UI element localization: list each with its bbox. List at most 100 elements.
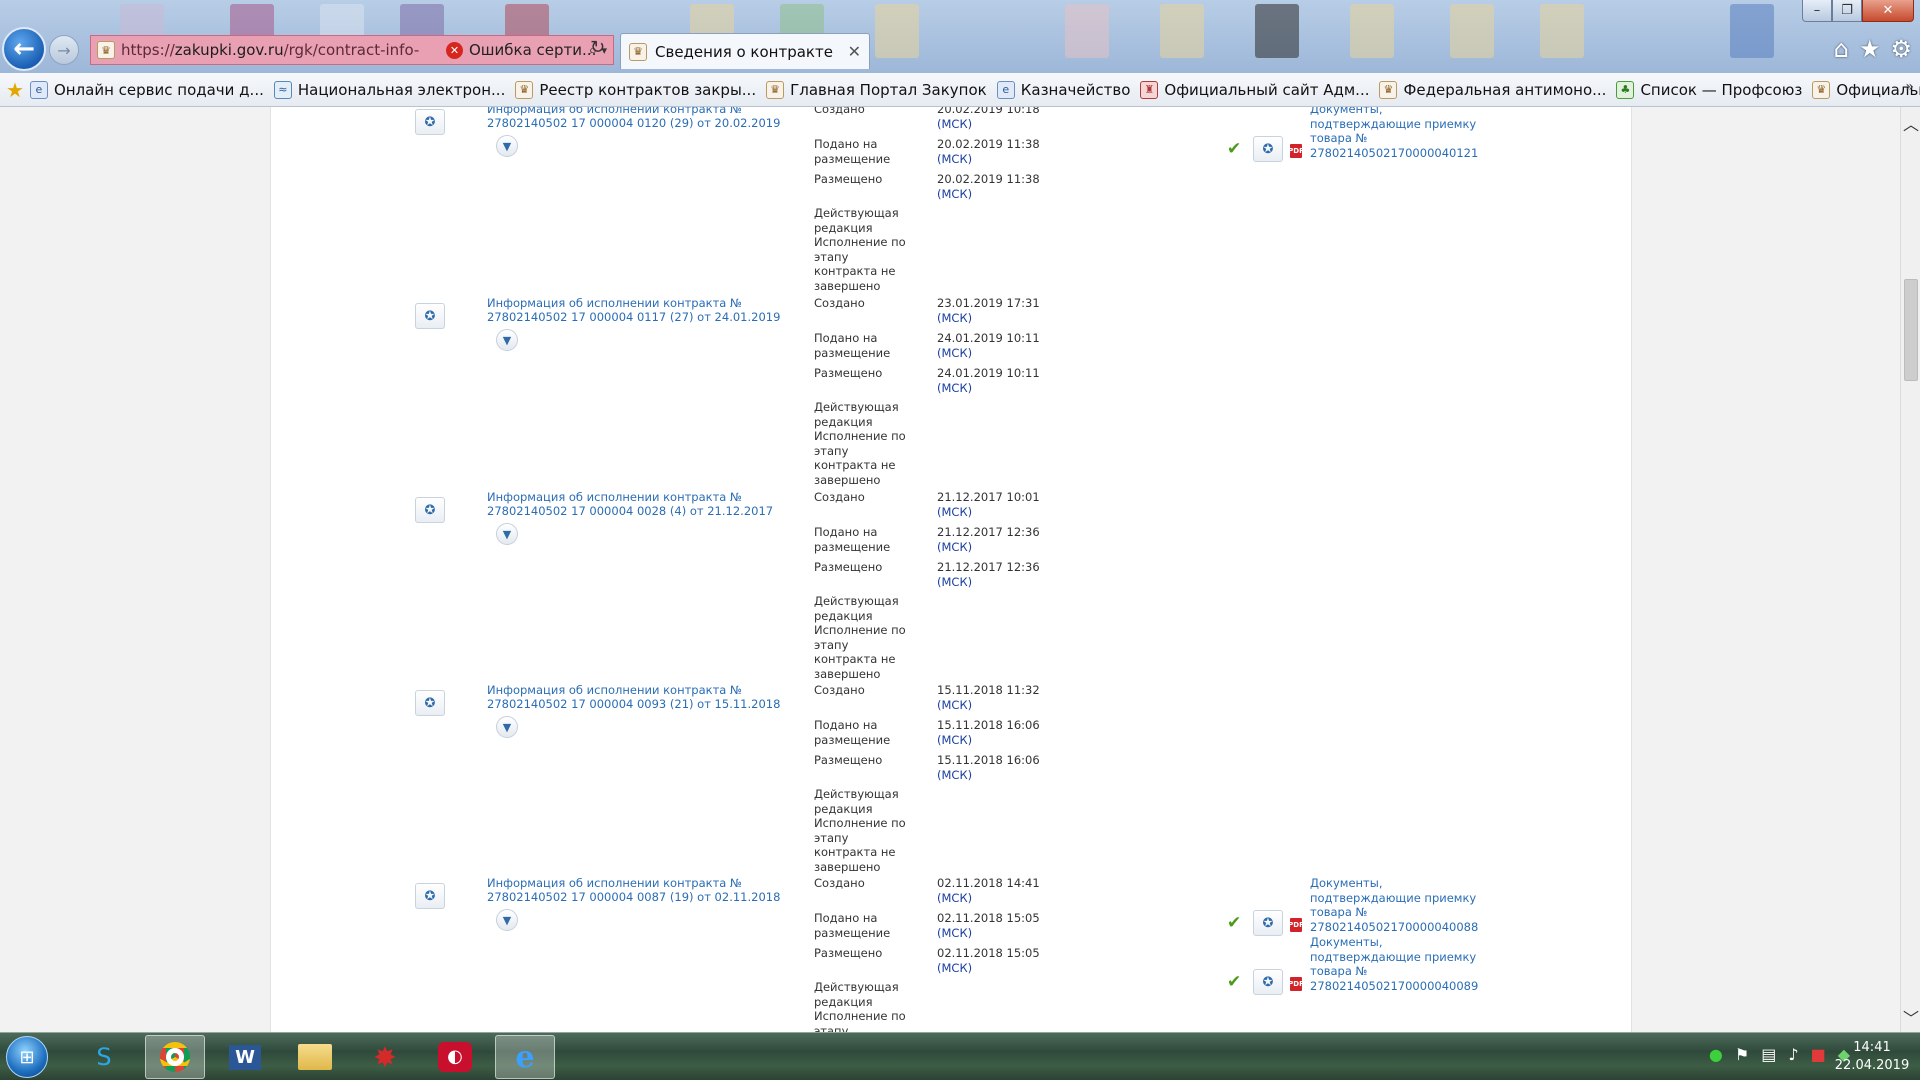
desktop-icon-tile [1350,4,1394,58]
checkmark-icon: ✔ [1227,139,1242,159]
favorite-label: Национальная электрон... [297,80,506,99]
document-seal-icon[interactable]: ✪ [415,883,445,909]
record-title-link[interactable]: Информация об исполнении контракта № 278… [487,876,787,904]
status-date: 15.11.2018 16:06 (МСК) [937,753,1040,782]
ie-icon[interactable]: e [495,1035,555,1079]
favorite-link[interactable]: ♛Официальный сайт для ... [1812,80,1920,99]
status-label: Создано [814,107,865,116]
document-seal-icon[interactable]: ✪ [1253,969,1283,995]
favorite-link[interactable]: ≈ Национальная электрон... [273,80,506,99]
tab-contract-info[interactable]: ♛ Сведения о контракте ✕ [620,33,870,69]
flag-icon[interactable]: ⚑ [1735,1045,1749,1064]
forward-button[interactable]: → [49,35,79,65]
status-label: Размещено [814,366,883,380]
document-seal-icon[interactable]: ✪ [1253,910,1283,936]
document-seal-icon[interactable]: ✪ [415,690,445,716]
chevron-down-icon[interactable]: ▼ [496,329,518,351]
site-emblem-icon: ♛ [1812,80,1831,99]
error-x-icon: ✕ [446,41,463,59]
document-link[interactable]: Документы, подтверждающие приемку товара… [1310,876,1480,934]
start-icon[interactable]: ⊞ [6,1036,48,1078]
status-date: 24.01.2019 10:11 (МСК) [937,331,1040,360]
status-label: Подано на размещение [814,137,891,166]
pdf-icon[interactable]: PDF [1288,918,1304,932]
document-seal-icon[interactable]: ✪ [415,303,445,329]
tab-close-icon[interactable]: ✕ [848,42,861,61]
url-domain: zakupki.gov.ru [174,41,284,59]
splash-app-icon[interactable]: ✸ [355,1035,415,1079]
close-window-button[interactable]: ✕ [1862,0,1914,22]
favorites-star-icon[interactable]: ★ [6,78,24,102]
ie-page-icon: e [996,80,1015,99]
network-icon[interactable]: ▤ [1761,1045,1776,1064]
favorite-label: Федеральная антимоно... [1403,80,1607,99]
skype-icon[interactable]: S [74,1035,134,1079]
scroll-thumb[interactable] [1904,279,1918,381]
page-viewport: ✪ Информация об исполнении контракта № 2… [0,107,1900,1032]
document-link[interactable]: Документы, подтверждающие приемку товара… [1310,107,1480,160]
minimize-button[interactable]: – [1802,0,1832,22]
flash-tray-icon[interactable]: ■ [1811,1045,1826,1064]
volume-icon[interactable]: ♪ [1788,1045,1798,1064]
clock-time: 14:41 [1853,1040,1891,1055]
scroll-up-icon[interactable]: ︿ [1901,113,1920,134]
desktop-icon-tile [1065,4,1109,58]
favorite-label: Главная Портал Закупок [790,80,987,99]
chrome-icon[interactable] [145,1035,205,1079]
pdf-icon[interactable]: PDF [1288,144,1304,158]
favorite-link[interactable]: e Казначейство [996,80,1130,99]
window-titlebar: – ❐ ✕ ← → ♛ https://zakupki.gov.ru/rgk/c… [0,0,1920,73]
favorite-link[interactable]: ♛ Федеральная антимоно... [1379,80,1607,99]
site-crest-icon: ♜ [1140,80,1159,99]
favorite-link[interactable]: e Онлайн сервис подачи д... [29,80,264,99]
record-title-link[interactable]: Информация об исполнении контракта № 278… [487,107,787,130]
maximize-button[interactable]: ❐ [1832,0,1862,22]
status-label: Подано на размещение [814,718,891,747]
media-app-icon[interactable]: ◐ [425,1035,485,1079]
record-title-link[interactable]: Информация об исполнении контракта № 278… [487,296,787,324]
explorer-folder-icon[interactable] [285,1035,345,1079]
chevron-down-icon[interactable]: ▼ [496,523,518,545]
document-seal-icon[interactable]: ✪ [415,497,445,523]
chevron-down-icon[interactable]: ▼ [496,716,518,738]
certificate-error-indicator[interactable]: ✕ Ошибка серти... [446,35,596,65]
record-title-link[interactable]: Информация об исполнении контракта № 278… [487,683,787,711]
chevron-down-icon[interactable]: ▼ [496,909,518,931]
status-date: 20.02.2019 11:38 (МСК) [937,172,1040,201]
favorite-link[interactable]: ♣ Список — Профсоюз [1616,80,1802,99]
scroll-down-icon[interactable]: ﹀ [1901,1007,1920,1028]
status-label: Создано [814,490,865,504]
favorite-label: Онлайн сервис подачи д... [53,80,264,99]
status-label: Подано на размещение [814,331,891,360]
contract-execution-list: ✪ Информация об исполнении контракта № 2… [270,107,1632,1032]
favorite-link[interactable]: ♛ Реестр контрактов закры... [515,80,756,99]
clock[interactable]: 14:41 22.04.2019 [1832,1039,1912,1075]
status-current: Действующая редакция Исполнение по этапу… [814,400,906,487]
status-date: 23.01.2019 17:31 (МСК) [937,296,1040,325]
more-favorites-icon[interactable]: » [1905,79,1914,95]
gear-icon[interactable]: ⚙ [1890,35,1912,63]
refresh-icon[interactable]: ↻ [590,37,605,58]
status-date: 02.11.2018 15:05 (МСК) [937,946,1040,975]
back-button[interactable]: ← [2,27,46,71]
taskbar: ⊞ S W ✸ ◐ e ● ⚑ ▤ ♪ ■ ◆ 14:41 22.04.2019 [0,1032,1920,1080]
url-path: /rgk/contract-info- [283,41,420,59]
vertical-scrollbar[interactable]: ︿ ﹀ [1900,107,1920,1032]
status-label: Размещено [814,753,883,767]
word-icon[interactable]: W [215,1035,275,1079]
document-link[interactable]: Документы, подтверждающие приемку товара… [1310,935,1480,993]
favorite-link[interactable]: ♜ Официальный сайт Адм... [1140,80,1369,99]
chevron-down-icon[interactable]: ▼ [496,135,518,157]
home-icon[interactable]: ⌂ [1834,35,1849,63]
site-emblem-icon: ♛ [515,80,534,99]
record-title-link[interactable]: Информация об исполнении контракта № 278… [487,490,787,518]
star-icon[interactable]: ★ [1859,35,1881,63]
favorite-link[interactable]: ♛ Главная Портал Закупок [766,80,987,99]
status-date: 15.11.2018 16:06 (МСК) [937,718,1040,747]
pdf-icon[interactable]: PDF [1288,977,1304,991]
site-emblem-icon: ♛ [1379,80,1398,99]
document-seal-icon[interactable]: ✪ [1253,136,1283,162]
document-seal-icon[interactable]: ✪ [415,109,445,135]
p-app-tray-icon[interactable]: ● [1709,1045,1723,1064]
favorites-bar: ★ e Онлайн сервис подачи д... ≈ Национальн… [0,73,1920,107]
